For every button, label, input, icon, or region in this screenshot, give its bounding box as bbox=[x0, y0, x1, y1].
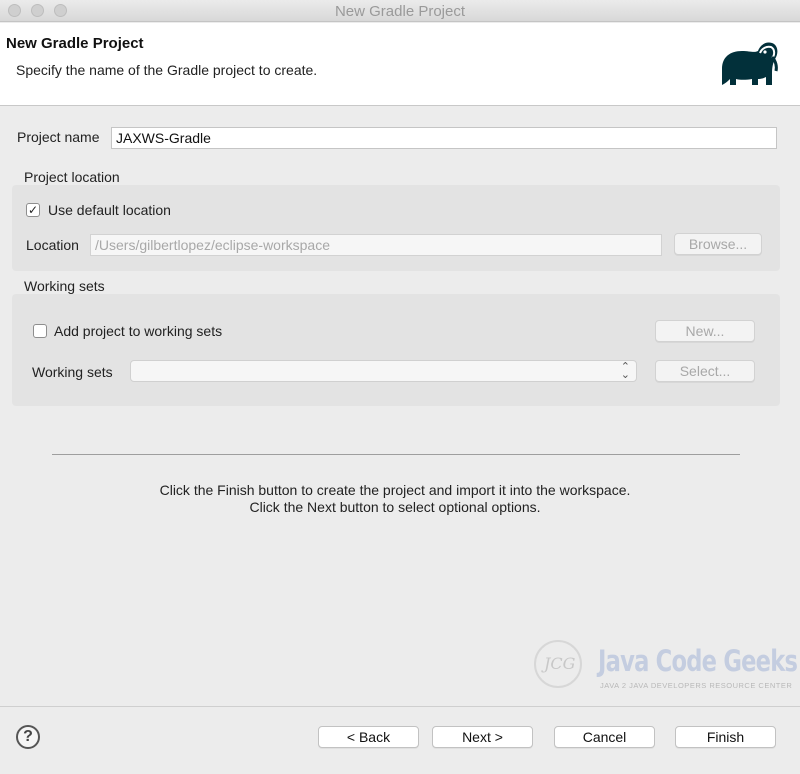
window-title: New Gradle Project bbox=[334, 3, 466, 20]
instruction-text: Click the Finish button to create the pr… bbox=[159, 482, 631, 515]
project-name-label: Project name bbox=[17, 129, 100, 145]
finish-button[interactable]: Finish bbox=[675, 726, 776, 748]
jcg-logo-mark: JCG bbox=[544, 654, 576, 673]
java-code-geeks-watermark: JCG Java Code Geeks JAVA 2 JAVA DEVELOPE… bbox=[528, 630, 798, 694]
working-sets-select[interactable]: ⌃ ⌄ bbox=[130, 360, 637, 382]
use-default-location-label: Use default location bbox=[48, 202, 171, 218]
chevron-updown-icon: ⌃ ⌄ bbox=[620, 361, 630, 381]
browse-button[interactable]: Browse... bbox=[674, 233, 762, 255]
content-separator bbox=[52, 454, 740, 455]
select-working-sets-button[interactable]: Select... bbox=[655, 360, 755, 382]
help-icon[interactable]: ? bbox=[16, 725, 40, 749]
page-description: Specify the name of the Gradle project t… bbox=[16, 62, 318, 78]
page-title: New Gradle Project bbox=[6, 35, 144, 52]
gradle-elephant-icon bbox=[722, 42, 778, 85]
cancel-button[interactable]: Cancel bbox=[554, 726, 655, 748]
watermark-name: Java Code Geeks bbox=[598, 644, 798, 678]
new-working-set-button[interactable]: New... bbox=[655, 320, 755, 342]
project-location-group bbox=[12, 185, 780, 271]
next-button[interactable]: Next > bbox=[432, 726, 533, 748]
project-name-input[interactable] bbox=[111, 127, 777, 149]
working-sets-label: Working sets bbox=[32, 364, 113, 380]
working-sets-group bbox=[12, 294, 780, 406]
add-to-working-sets-label: Add project to working sets bbox=[54, 323, 223, 339]
add-to-working-sets-checkbox[interactable] bbox=[33, 324, 47, 338]
location-label: Location bbox=[26, 237, 79, 253]
wizard-header: New Gradle Project Specify the name of t… bbox=[0, 23, 800, 106]
working-sets-group-label: Working sets bbox=[24, 278, 105, 294]
watermark-tagline: JAVA 2 JAVA DEVELOPERS RESOURCE CENTER bbox=[600, 681, 793, 690]
project-location-group-label: Project location bbox=[24, 169, 120, 185]
location-input[interactable] bbox=[90, 234, 662, 256]
use-default-location-checkbox[interactable]: ✓ bbox=[26, 203, 40, 217]
window-titlebar: New Gradle Project bbox=[0, 0, 800, 22]
back-button[interactable]: < Back bbox=[318, 726, 419, 748]
